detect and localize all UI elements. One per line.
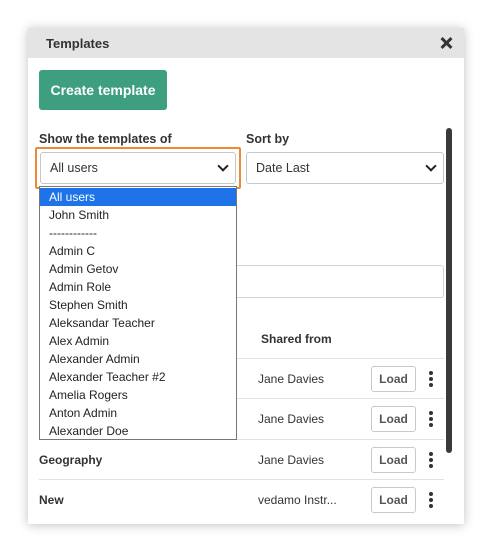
template-name: New	[39, 493, 64, 507]
create-template-button[interactable]: Create template	[39, 70, 167, 110]
dropdown-option[interactable]: Alexander Admin	[40, 350, 236, 368]
users-select[interactable]: All users	[40, 152, 236, 184]
table-row: New vedamo Instr... Load	[39, 479, 444, 519]
sort-select-value: Date Last	[256, 161, 310, 175]
more-options-icon[interactable]	[426, 452, 436, 470]
more-options-icon[interactable]	[426, 492, 436, 510]
shared-from: Jane Davies	[258, 453, 325, 467]
shared-from: vedamo Instr...	[258, 493, 337, 507]
chevron-down-icon	[217, 160, 229, 172]
dropdown-option[interactable]: Stephen Smith	[40, 296, 236, 314]
dialog-header: Templates	[28, 28, 464, 58]
load-button[interactable]: Load	[371, 447, 416, 473]
show-templates-label: Show the templates of	[39, 132, 172, 146]
scrollbar[interactable]	[446, 128, 452, 453]
dropdown-option[interactable]: Aleksandar Teacher	[40, 314, 236, 332]
load-button[interactable]: Load	[371, 487, 416, 513]
load-button[interactable]: Load	[371, 366, 416, 392]
chevron-down-icon	[425, 160, 437, 172]
dropdown-option[interactable]: Alexander Teacher #2	[40, 368, 236, 386]
templates-dialog: Templates Create template Show the templ…	[28, 28, 464, 524]
users-select-value: All users	[50, 161, 98, 175]
dropdown-option[interactable]: All users	[40, 188, 236, 206]
more-options-icon[interactable]	[426, 411, 436, 429]
dropdown-option[interactable]: Admin Getov	[40, 260, 236, 278]
dropdown-option[interactable]: Alex Admin	[40, 332, 236, 350]
sort-select[interactable]: Date Last	[246, 152, 444, 184]
sort-by-label: Sort by	[246, 132, 290, 146]
dropdown-option[interactable]: Anton Admin	[40, 404, 236, 422]
dropdown-option[interactable]: Admin C	[40, 242, 236, 260]
dropdown-option[interactable]: Amelia Rogers	[40, 386, 236, 404]
dropdown-separator: ------------	[49, 226, 97, 240]
dialog-title: Templates	[46, 35, 110, 51]
dropdown-option[interactable]: John Smith	[40, 206, 236, 224]
shared-from: Jane Davies	[258, 372, 325, 386]
users-dropdown-list: All users John Smith ------------ Admin …	[39, 186, 237, 440]
dropdown-option[interactable]: Alexander Doe	[40, 422, 236, 440]
shared-from: Jane Davies	[258, 412, 325, 426]
close-icon[interactable]	[438, 35, 454, 51]
shared-from-header: Shared from	[261, 332, 332, 346]
more-options-icon[interactable]	[426, 371, 436, 389]
dropdown-option[interactable]: Admin Role	[40, 278, 236, 296]
load-button[interactable]: Load	[371, 406, 416, 432]
template-name: Geography	[39, 453, 103, 467]
table-row: Geography Jane Davies Load	[39, 439, 444, 479]
